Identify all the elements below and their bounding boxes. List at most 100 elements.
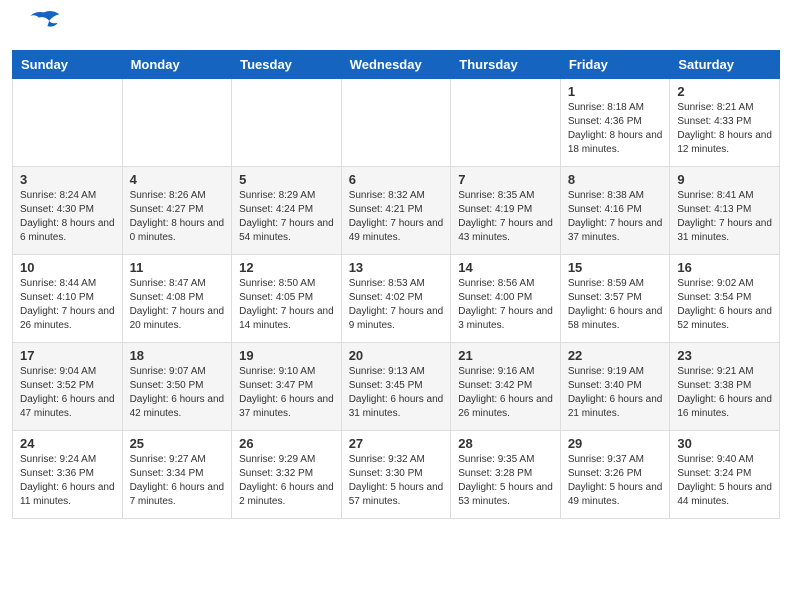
day-number: 5 — [239, 172, 334, 187]
calendar-cell: 4 Sunrise: 8:26 AMSunset: 4:27 PMDaylight… — [122, 167, 232, 255]
weekday-header: Tuesday — [232, 51, 342, 79]
day-info: Sunrise: 8:44 AMSunset: 4:10 PMDaylight:… — [20, 277, 115, 333]
calendar-cell: 18 Sunrise: 9:07 AMSunset: 3:50 PMDayligh… — [122, 343, 232, 431]
calendar-cell: 11 Sunrise: 8:47 AMSunset: 4:08 PMDayligh… — [122, 255, 232, 343]
day-number: 29 — [568, 436, 663, 451]
day-info: Sunrise: 8:32 AMSunset: 4:21 PMDaylight:… — [349, 189, 444, 245]
calendar-cell: 21Sunrise: 9:16 AMSunset: 3:42 PMDayligh… — [451, 343, 561, 431]
day-info: Sunrise: 9:29 AMSunset: 3:32 PMDaylight:… — [239, 453, 334, 509]
day-info: Sunrise: 9:40 AMSunset: 3:24 PMDaylight:… — [677, 453, 772, 509]
calendar-cell — [341, 79, 451, 167]
day-number: 22 — [568, 348, 663, 363]
calendar-cell: 28Sunrise: 9:35 AMSunset: 3:28 PMDayligh… — [451, 431, 561, 519]
day-info: Sunrise: 9:24 AMSunset: 3:36 PMDaylight:… — [20, 453, 115, 509]
calendar-cell — [232, 79, 342, 167]
day-number: 25 — [130, 436, 225, 451]
day-info: Sunrise: 9:32 AMSunset: 3:30 PMDaylight:… — [349, 453, 444, 509]
calendar-cell: 3 Sunrise: 8:24 AMSunset: 4:30 PMDaylight… — [13, 167, 123, 255]
day-info: Sunrise: 8:50 AMSunset: 4:05 PMDaylight:… — [239, 277, 334, 333]
day-info: Sunrise: 9:10 AMSunset: 3:47 PMDaylight:… — [239, 365, 334, 421]
day-number: 15 — [568, 260, 663, 275]
calendar-cell: 1 Sunrise: 8:18 AMSunset: 4:36 PMDaylight… — [560, 79, 670, 167]
calendar-cell: 5 Sunrise: 8:29 AMSunset: 4:24 PMDaylight… — [232, 167, 342, 255]
day-number: 21 — [458, 348, 553, 363]
calendar-cell: 12Sunrise: 8:50 AMSunset: 4:05 PMDayligh… — [232, 255, 342, 343]
day-info: Sunrise: 8:59 AMSunset: 3:57 PMDaylight:… — [568, 277, 663, 333]
weekday-row: SundayMondayTuesdayWednesdayThursdayFrid… — [13, 51, 780, 79]
calendar-cell: 24 Sunrise: 9:24 AMSunset: 3:36 PMDayligh… — [13, 431, 123, 519]
day-number: 24 — [20, 436, 115, 451]
day-info: Sunrise: 9:19 AMSunset: 3:40 PMDaylight:… — [568, 365, 663, 421]
day-number: 3 — [20, 172, 115, 187]
calendar-cell: 17Sunrise: 9:04 AMSunset: 3:52 PMDayligh… — [13, 343, 123, 431]
day-info: Sunrise: 8:26 AMSunset: 4:27 PMDaylight:… — [130, 189, 225, 245]
calendar-table: SundayMondayTuesdayWednesdayThursdayFrid… — [12, 50, 780, 519]
day-info: Sunrise: 8:21 AMSunset: 4:33 PMDaylight:… — [677, 101, 772, 157]
calendar-cell: 6 Sunrise: 8:32 AMSunset: 4:21 PMDaylight… — [341, 167, 451, 255]
day-info: Sunrise: 9:13 AMSunset: 3:45 PMDaylight:… — [349, 365, 444, 421]
calendar-header: SundayMondayTuesdayWednesdayThursdayFrid… — [13, 51, 780, 79]
day-number: 23 — [677, 348, 772, 363]
weekday-header: Friday — [560, 51, 670, 79]
day-info: Sunrise: 9:04 AMSunset: 3:52 PMDaylight:… — [20, 365, 115, 421]
day-number: 6 — [349, 172, 444, 187]
day-info: Sunrise: 9:37 AMSunset: 3:26 PMDaylight:… — [568, 453, 663, 509]
logo — [24, 18, 62, 42]
calendar-week-row: 3 Sunrise: 8:24 AMSunset: 4:30 PMDaylight… — [13, 167, 780, 255]
weekday-header: Wednesday — [341, 51, 451, 79]
day-number: 19 — [239, 348, 334, 363]
calendar-cell: 29 Sunrise: 9:37 AMSunset: 3:26 PMDayligh… — [560, 431, 670, 519]
day-info: Sunrise: 9:35 AMSunset: 3:28 PMDaylight:… — [458, 453, 553, 509]
calendar-cell: 8Sunrise: 8:38 AMSunset: 4:16 PMDaylight… — [560, 167, 670, 255]
weekday-header: Sunday — [13, 51, 123, 79]
day-number: 10 — [20, 260, 115, 275]
day-info: Sunrise: 8:53 AMSunset: 4:02 PMDaylight:… — [349, 277, 444, 333]
calendar: SundayMondayTuesdayWednesdayThursdayFrid… — [0, 50, 792, 531]
day-number: 1 — [568, 84, 663, 99]
day-number: 30 — [677, 436, 772, 451]
day-info: Sunrise: 9:02 AMSunset: 3:54 PMDaylight:… — [677, 277, 772, 333]
calendar-cell: 10 Sunrise: 8:44 AMSunset: 4:10 PMDayligh… — [13, 255, 123, 343]
day-info: Sunrise: 9:07 AMSunset: 3:50 PMDaylight:… — [130, 365, 225, 421]
day-number: 14 — [458, 260, 553, 275]
day-number: 26 — [239, 436, 334, 451]
calendar-body: 1 Sunrise: 8:18 AMSunset: 4:36 PMDaylight… — [13, 79, 780, 519]
day-number: 20 — [349, 348, 444, 363]
day-info: Sunrise: 8:47 AMSunset: 4:08 PMDaylight:… — [130, 277, 225, 333]
day-info: Sunrise: 8:41 AMSunset: 4:13 PMDaylight:… — [677, 189, 772, 245]
calendar-cell: 16 Sunrise: 9:02 AMSunset: 3:54 PMDayligh… — [670, 255, 780, 343]
calendar-cell: 30 Sunrise: 9:40 AMSunset: 3:24 PMDayligh… — [670, 431, 780, 519]
calendar-cell: 19 Sunrise: 9:10 AMSunset: 3:47 PMDayligh… — [232, 343, 342, 431]
day-number: 18 — [130, 348, 225, 363]
day-number: 7 — [458, 172, 553, 187]
day-number: 9 — [677, 172, 772, 187]
calendar-cell: 14Sunrise: 8:56 AMSunset: 4:00 PMDayligh… — [451, 255, 561, 343]
calendar-cell: 20 Sunrise: 9:13 AMSunset: 3:45 PMDayligh… — [341, 343, 451, 431]
day-number: 4 — [130, 172, 225, 187]
day-info: Sunrise: 8:29 AMSunset: 4:24 PMDaylight:… — [239, 189, 334, 245]
weekday-header: Saturday — [670, 51, 780, 79]
day-info: Sunrise: 9:21 AMSunset: 3:38 PMDaylight:… — [677, 365, 772, 421]
day-number: 13 — [349, 260, 444, 275]
day-info: Sunrise: 8:24 AMSunset: 4:30 PMDaylight:… — [20, 189, 115, 245]
day-info: Sunrise: 8:18 AMSunset: 4:36 PMDaylight:… — [568, 101, 663, 157]
calendar-cell: 23 Sunrise: 9:21 AMSunset: 3:38 PMDayligh… — [670, 343, 780, 431]
calendar-cell: 2Sunrise: 8:21 AMSunset: 4:33 PMDaylight… — [670, 79, 780, 167]
calendar-cell: 27 Sunrise: 9:32 AMSunset: 3:30 PMDayligh… — [341, 431, 451, 519]
day-number: 16 — [677, 260, 772, 275]
day-number: 27 — [349, 436, 444, 451]
calendar-cell — [122, 79, 232, 167]
calendar-cell: 13 Sunrise: 8:53 AMSunset: 4:02 PMDayligh… — [341, 255, 451, 343]
page-header — [0, 0, 792, 50]
logo-bird-icon — [26, 9, 62, 33]
calendar-week-row: 1 Sunrise: 8:18 AMSunset: 4:36 PMDaylight… — [13, 79, 780, 167]
calendar-cell — [451, 79, 561, 167]
weekday-header: Thursday — [451, 51, 561, 79]
calendar-week-row: 17Sunrise: 9:04 AMSunset: 3:52 PMDayligh… — [13, 343, 780, 431]
calendar-cell: 25Sunrise: 9:27 AMSunset: 3:34 PMDayligh… — [122, 431, 232, 519]
day-info: Sunrise: 8:35 AMSunset: 4:19 PMDaylight:… — [458, 189, 553, 245]
calendar-week-row: 24 Sunrise: 9:24 AMSunset: 3:36 PMDayligh… — [13, 431, 780, 519]
calendar-cell: 22 Sunrise: 9:19 AMSunset: 3:40 PMDayligh… — [560, 343, 670, 431]
calendar-cell: 7 Sunrise: 8:35 AMSunset: 4:19 PMDaylight… — [451, 167, 561, 255]
day-number: 11 — [130, 260, 225, 275]
